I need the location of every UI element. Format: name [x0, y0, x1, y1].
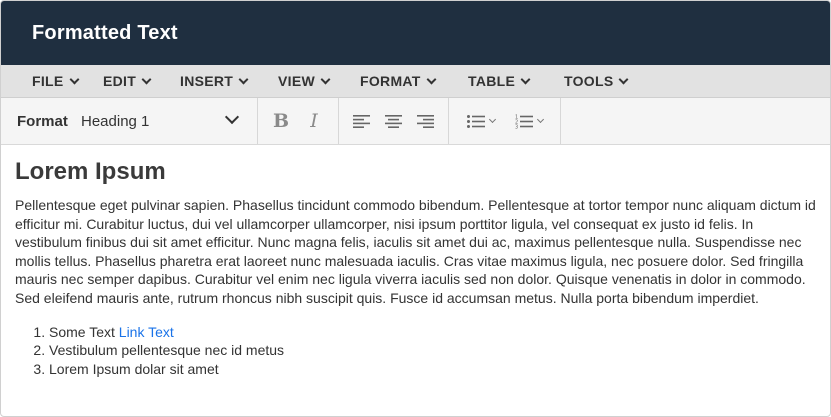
menu-table-label: TABLE [468, 73, 516, 89]
toolbar-divider [338, 98, 339, 144]
numbered-list: Some Text Link Text Vestibulum pellentes… [15, 323, 816, 379]
italic-icon: I [310, 110, 318, 132]
chevron-down-icon [238, 74, 249, 84]
align-left-button[interactable] [349, 106, 373, 136]
menu-tools-label: TOOLS [564, 73, 614, 89]
list-item: Vestibulum pellentesque nec id metus [49, 341, 816, 360]
chevron-down-icon [69, 74, 79, 84]
list-item-text: Vestibulum pellentesque nec id metus [49, 342, 285, 359]
format-select[interactable]: Heading 1 [81, 106, 247, 136]
document-heading: Lorem Ipsum [15, 158, 166, 185]
align-right-button[interactable] [413, 106, 437, 136]
menu-view[interactable]: VIEW [278, 65, 331, 97]
menu-insert-label: INSERT [180, 73, 234, 89]
align-center-icon [384, 114, 402, 128]
italic-button[interactable]: I [301, 106, 327, 136]
svg-text:3: 3 [515, 124, 518, 129]
window-title: Formatted Text [32, 21, 178, 44]
menu-file[interactable]: FILE [32, 65, 79, 97]
list-item-text: Lorem Ipsum dolar sit amet [49, 360, 219, 377]
menu-format-label: FORMAT [360, 73, 421, 89]
inline-link[interactable]: Link Text [119, 324, 174, 340]
toolbar-divider [560, 98, 561, 144]
menu-edit[interactable]: EDIT [103, 65, 152, 97]
title-bar: Formatted Text [1, 1, 830, 65]
editor-window: Formatted Text FILE EDIT INSERT VIEW FOR… [0, 0, 831, 417]
chevron-down-icon [619, 74, 629, 84]
toolbar: Format Heading 1 B I 1 2 3 [1, 98, 830, 145]
editor-content[interactable]: Lorem Ipsum Pellentesque eget pulvinar s… [1, 146, 830, 416]
numbered-list-button[interactable]: 123 [509, 106, 549, 136]
list-item-text: Some Text [49, 323, 119, 340]
format-select-value: Heading 1 [81, 112, 150, 130]
align-left-icon [352, 114, 370, 128]
chevron-down-icon [320, 74, 331, 84]
chevron-down-icon [224, 109, 240, 125]
align-right-icon [416, 114, 434, 128]
bullet-list-icon [467, 114, 485, 128]
list-item: Lorem Ipsum dolar sit amet [49, 360, 816, 379]
bold-button[interactable]: B [267, 106, 295, 136]
toolbar-divider [257, 98, 258, 144]
list-item: Some Text Link Text [49, 323, 816, 342]
menu-edit-label: EDIT [103, 73, 137, 89]
menu-table[interactable]: TABLE [468, 65, 531, 97]
bullet-list-button[interactable] [461, 106, 501, 136]
format-label: Format [17, 112, 68, 130]
menu-tools[interactable]: TOOLS [564, 65, 629, 97]
bold-icon: B [272, 110, 290, 132]
chevron-down-icon [536, 115, 545, 124]
menu-insert[interactable]: INSERT [180, 65, 249, 97]
document-paragraph: Pellentesque eget pulvinar sapien. Phase… [15, 197, 816, 306]
chevron-down-icon [520, 74, 531, 84]
menu-file-label: FILE [32, 73, 64, 89]
menu-format[interactable]: FORMAT [360, 65, 437, 97]
chevron-down-icon [141, 74, 152, 84]
chevron-down-icon [488, 115, 497, 124]
chevron-down-icon [426, 74, 437, 84]
menu-view-label: VIEW [278, 73, 315, 89]
align-center-button[interactable] [381, 106, 405, 136]
toolbar-divider [448, 98, 449, 144]
menu-bar: FILE EDIT INSERT VIEW FORMAT TABLE TOOLS [1, 65, 830, 98]
numbered-list-icon: 123 [515, 114, 533, 129]
